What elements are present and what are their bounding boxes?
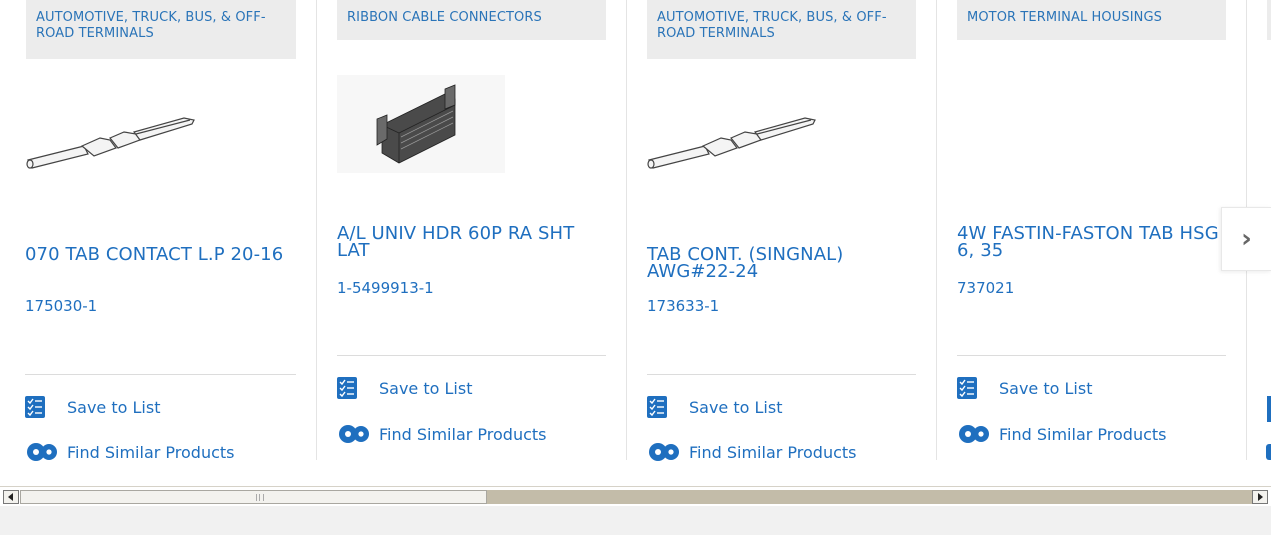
- save-to-list-button[interactable]: Save to List: [957, 377, 1092, 399]
- product-name-link[interactable]: 070 TAB CONTACT L.P 20-16: [25, 246, 295, 264]
- card-separator: [647, 374, 916, 375]
- scroll-right-arrow-icon: [1258, 493, 1263, 501]
- page-footer-area: [0, 506, 1271, 535]
- save-to-list-button[interactable]: Save to List: [337, 377, 472, 399]
- next-card-checklist-icon: [1267, 396, 1271, 422]
- find-similar-button[interactable]: Find Similar Products: [647, 440, 857, 464]
- checklist-icon: [647, 396, 667, 418]
- tab-contact-terminal-image[interactable]: [645, 108, 821, 178]
- product-name-link[interactable]: 4W FASTIN-FASTON TAB HSG 6, 35: [957, 225, 1227, 260]
- product-card: RIBBON CABLE CONNECTORS A/L UNIV HDR 60P…: [317, 0, 626, 460]
- card-separator: [25, 374, 296, 375]
- part-number-link[interactable]: 737021: [957, 279, 1014, 297]
- find-similar-label: Find Similar Products: [999, 424, 1167, 444]
- gears-icon: [959, 425, 989, 443]
- find-similar-label: Find Similar Products: [67, 442, 235, 462]
- gears-icon: [339, 425, 369, 443]
- scroll-left-button[interactable]: [3, 490, 19, 504]
- product-card: AUTOMOTIVE, TRUCK, BUS, & OFF-ROAD TERMI…: [627, 0, 936, 462]
- ribbon-header-connector-image[interactable]: [337, 75, 505, 173]
- category-label[interactable]: AUTOMOTIVE, TRUCK, BUS, & OFF-ROAD TERMI…: [26, 0, 296, 59]
- tab-contact-terminal-image[interactable]: [24, 108, 200, 178]
- save-to-list-label: Save to List: [689, 397, 783, 417]
- find-similar-label: Find Similar Products: [379, 424, 547, 444]
- product-card: AUTOMOTIVE, TRUCK, BUS, & OFF-ROAD TERMI…: [0, 0, 316, 462]
- save-to-list-label: Save to List: [67, 397, 161, 417]
- save-to-list-button[interactable]: Save to List: [647, 396, 782, 418]
- category-label[interactable]: AUTOMOTIVE, TRUCK, BUS, & OFF-ROAD TERMI…: [647, 0, 916, 59]
- horizontal-scrollbar[interactable]: [0, 486, 1271, 506]
- part-number-link[interactable]: 175030-1: [25, 297, 97, 315]
- product-name-link[interactable]: A/L UNIV HDR 60P RA SHT LAT: [337, 225, 607, 260]
- scroll-left-arrow-icon: [8, 493, 13, 501]
- part-number-link[interactable]: 1-5499913-1: [337, 279, 434, 297]
- save-to-list-button[interactable]: Save to List: [25, 396, 160, 418]
- next-card-category-edge: [1267, 0, 1271, 40]
- scroll-right-button[interactable]: [1252, 490, 1268, 504]
- find-similar-button[interactable]: Find Similar Products: [957, 422, 1167, 446]
- scrollbar-thumb[interactable]: [20, 490, 487, 504]
- checklist-icon: [957, 377, 977, 399]
- next-card-gears-icon: [1266, 444, 1271, 460]
- scrollbar-grip: [256, 494, 264, 501]
- category-label[interactable]: MOTOR TERMINAL HOUSINGS: [957, 0, 1226, 40]
- card-separator: [337, 355, 606, 356]
- card-separator: [957, 355, 1226, 356]
- category-label[interactable]: RIBBON CABLE CONNECTORS: [337, 0, 606, 40]
- checklist-icon: [25, 396, 45, 418]
- find-similar-button[interactable]: Find Similar Products: [25, 440, 235, 464]
- checklist-icon: [337, 377, 357, 399]
- chevron-right-icon: ›: [1241, 224, 1252, 254]
- save-to-list-label: Save to List: [999, 378, 1093, 398]
- part-number-link[interactable]: 173633-1: [647, 297, 719, 315]
- product-carousel: AUTOMOTIVE, TRUCK, BUS, & OFF-ROAD TERMI…: [0, 0, 1271, 486]
- gears-icon: [27, 443, 57, 461]
- gears-icon: [649, 443, 679, 461]
- find-similar-label: Find Similar Products: [689, 442, 857, 462]
- find-similar-button[interactable]: Find Similar Products: [337, 422, 547, 446]
- product-name-link[interactable]: TAB CONT. (SINGNAL) AWG#22-24: [647, 246, 917, 281]
- save-to-list-label: Save to List: [379, 378, 473, 398]
- product-card: MOTOR TERMINAL HOUSINGS 4W FASTIN-FASTON…: [937, 0, 1246, 460]
- carousel-next-button[interactable]: ›: [1221, 207, 1271, 271]
